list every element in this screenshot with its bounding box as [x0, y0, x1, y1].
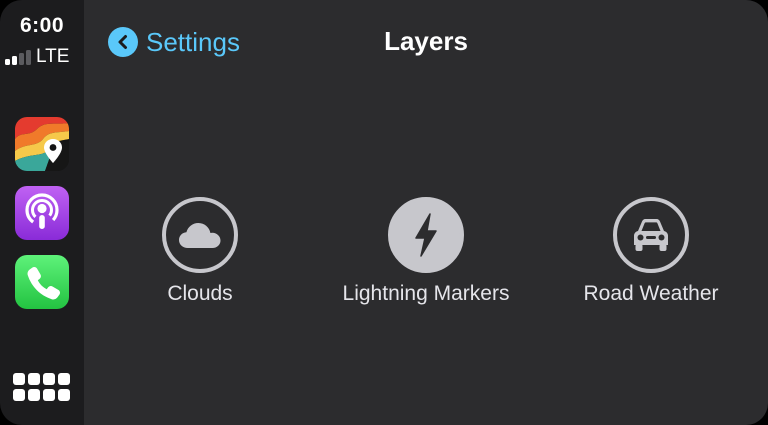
- layer-icon-circle-selected: [388, 197, 464, 273]
- layer-label: Road Weather: [583, 282, 719, 305]
- grid-dot: [28, 389, 40, 401]
- phone-app[interactable]: [15, 255, 69, 309]
- layers-page: Layers Settings Clouds Lightning Markers…: [84, 0, 768, 425]
- back-button-label: Settings: [146, 26, 240, 57]
- layer-icon-circle: [613, 197, 689, 273]
- layer-road-weather-button[interactable]: Road Weather: [541, 197, 761, 306]
- cloud-icon: [179, 223, 221, 248]
- status-time: 6:00: [19, 14, 65, 37]
- layer-label: Lightning Markers: [342, 282, 510, 305]
- signal-strength-icon: [5, 47, 31, 68]
- grid-dot: [58, 373, 70, 385]
- podcasts-icon: [25, 193, 59, 229]
- grid-dot: [13, 373, 25, 385]
- signal-bar: [5, 59, 10, 65]
- app-grid-icon[interactable]: [13, 373, 71, 405]
- carplay-screen: 6:00 LTE Layers Settings Clouds Lightnin…: [0, 0, 768, 425]
- lightning-icon: [415, 213, 437, 257]
- signal-bar: [19, 53, 24, 65]
- phone-icon: [27, 266, 61, 300]
- grid-dot: [43, 389, 55, 401]
- layer-label: Clouds: [167, 282, 233, 305]
- grid-dot: [28, 373, 40, 385]
- carplay-sidebar: 6:00 LTE: [0, 0, 84, 425]
- layer-clouds-button[interactable]: Clouds: [90, 197, 310, 306]
- network-type: LTE: [36, 46, 70, 67]
- signal-bar: [12, 56, 17, 65]
- grid-dot: [58, 389, 70, 401]
- grid-dot: [13, 389, 25, 401]
- layer-icon-circle: [162, 197, 238, 273]
- back-button[interactable]: Settings: [108, 25, 240, 59]
- podcasts-app[interactable]: [15, 186, 69, 240]
- chevron-left-icon: [108, 27, 138, 57]
- layer-lightning-markers-button[interactable]: Lightning Markers: [316, 197, 536, 306]
- weather-map-pin-icon: [15, 117, 69, 171]
- car-icon: [634, 219, 668, 251]
- status-bar: LTE: [5, 46, 69, 68]
- signal-bar: [26, 50, 31, 65]
- grid-dot: [43, 373, 55, 385]
- weather-radar-app[interactable]: [15, 117, 69, 171]
